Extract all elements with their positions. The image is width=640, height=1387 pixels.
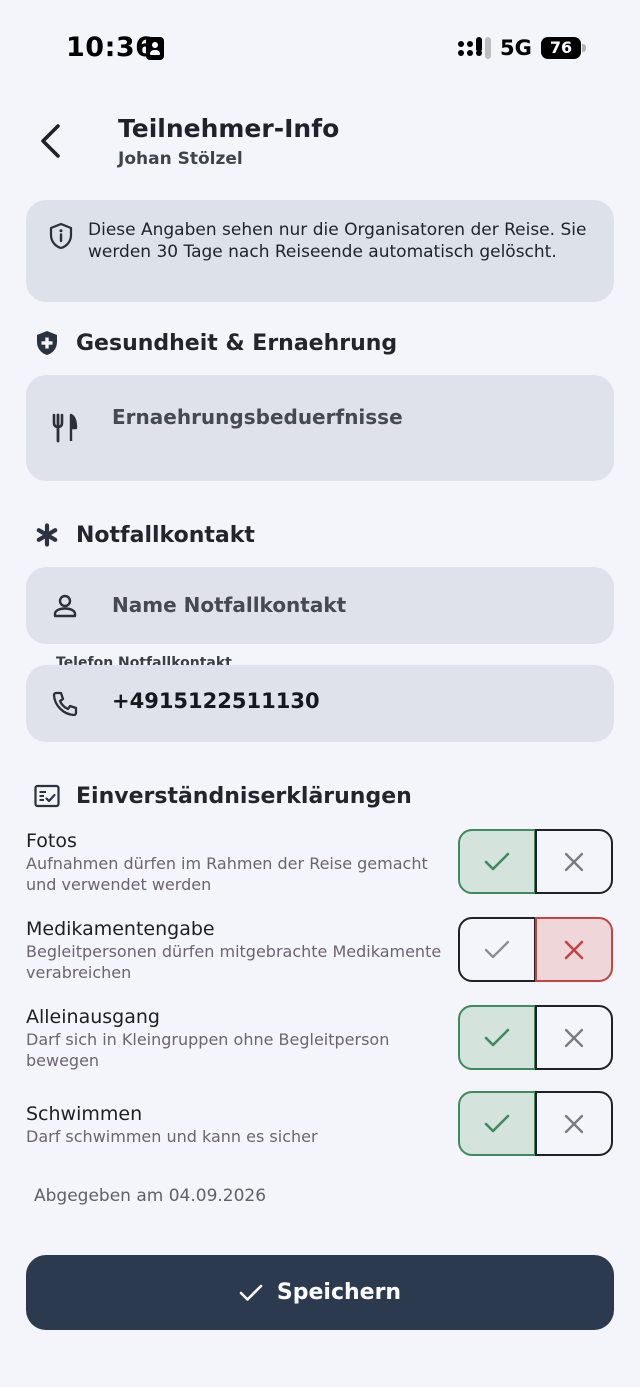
section-emergency-title: Notfallkontakt <box>76 522 255 548</box>
close-icon <box>564 1028 584 1047</box>
check-icon <box>239 1284 263 1301</box>
consent-no-button[interactable] <box>535 1005 613 1070</box>
consent-toggle <box>458 1091 614 1156</box>
consent-item-photos: Fotos Aufnahmen dürfen im Rahmen der Rei… <box>26 829 614 895</box>
check-icon <box>484 1028 510 1046</box>
close-icon <box>564 1114 584 1133</box>
diet-needs-placeholder: Ernaehrungsbeduerfnisse <box>112 405 403 429</box>
consent-no-button[interactable] <box>535 1091 613 1156</box>
close-icon <box>564 940 584 959</box>
consent-yes-button[interactable] <box>458 1091 536 1156</box>
check-icon <box>484 1114 510 1132</box>
emergency-phone-value[interactable]: +4915122511130 <box>112 689 320 713</box>
consent-toggle <box>458 1005 614 1070</box>
consent-item-medication: Medikamentengabe Begleitpersonen dürfen … <box>26 917 614 983</box>
privacy-info-box: Diese Angaben sehen nur die Organisatore… <box>26 200 614 302</box>
battery-cap <box>582 44 586 52</box>
chevron-left-icon <box>41 124 60 158</box>
consent-description: Darf schwimmen und kann es sicher <box>26 1127 318 1146</box>
consent-item-going-out-alone: Alleinausgang Darf sich in Kleingruppen … <box>26 1005 614 1071</box>
check-icon <box>484 940 510 958</box>
section-health: Gesundheit & Ernaehrung <box>34 327 397 359</box>
consent-toggle <box>458 917 614 982</box>
contact-card-icon <box>146 37 164 60</box>
section-emergency: Notfallkontakt <box>34 519 255 551</box>
diet-needs-field[interactable]: Ernaehrungsbeduerfnisse <box>26 375 614 481</box>
consent-description: Aufnahmen dürfen im Rahmen der Reise gem… <box>26 854 428 894</box>
status-time: 10:36 <box>66 32 155 63</box>
close-icon <box>564 852 584 871</box>
network-type: 5G <box>500 36 532 60</box>
consent-yes-button[interactable] <box>458 829 536 894</box>
back-button[interactable] <box>30 118 70 164</box>
check-icon <box>484 852 510 870</box>
emergency-name-placeholder: Name Notfallkontakt <box>112 593 347 617</box>
consent-item-swimming: Schwimmen Darf schwimmen und kann es sic… <box>26 1091 614 1156</box>
privacy-info-text: Diese Angaben sehen nur die Organisatore… <box>88 220 587 262</box>
medical-shield-icon <box>34 330 60 356</box>
person-icon <box>50 591 80 621</box>
phone-icon <box>50 689 80 719</box>
submitted-date: Abgegeben am 04.09.2026 <box>34 1186 267 1206</box>
consent-no-button[interactable] <box>535 917 613 982</box>
checklist-icon <box>34 783 60 809</box>
consent-toggle <box>458 829 614 894</box>
emergency-phone-field[interactable]: +4915122511130 <box>26 665 614 742</box>
section-consents: Einverständniserklärungen <box>34 780 412 812</box>
participant-name: Johan Stölzel <box>118 149 243 169</box>
status-bar: 10:36 5G 76 <box>0 0 640 96</box>
section-health-title: Gesundheit & Ernaehrung <box>76 330 398 356</box>
consent-description: Darf sich in Kleingruppen ohne Begleitpe… <box>26 1030 390 1070</box>
asterisk-icon <box>34 522 60 548</box>
cellular-signal-icon <box>458 37 492 59</box>
battery-icon: 76 <box>541 37 581 59</box>
consent-yes-button[interactable] <box>458 917 536 982</box>
consent-yes-button[interactable] <box>458 1005 536 1070</box>
page-title: Teilnehmer-Info <box>118 114 340 143</box>
fork-knife-icon <box>50 413 80 443</box>
save-button-label: Speichern <box>276 1280 402 1305</box>
shield-info-icon <box>49 222 73 250</box>
save-button[interactable]: Speichern <box>26 1255 614 1330</box>
consent-description: Begleitpersonen dürfen mitgebrachte Medi… <box>26 942 442 982</box>
section-consents-title: Einverständniserklärungen <box>76 783 412 809</box>
emergency-name-field[interactable]: Name Notfallkontakt <box>26 567 614 644</box>
consent-no-button[interactable] <box>535 829 613 894</box>
